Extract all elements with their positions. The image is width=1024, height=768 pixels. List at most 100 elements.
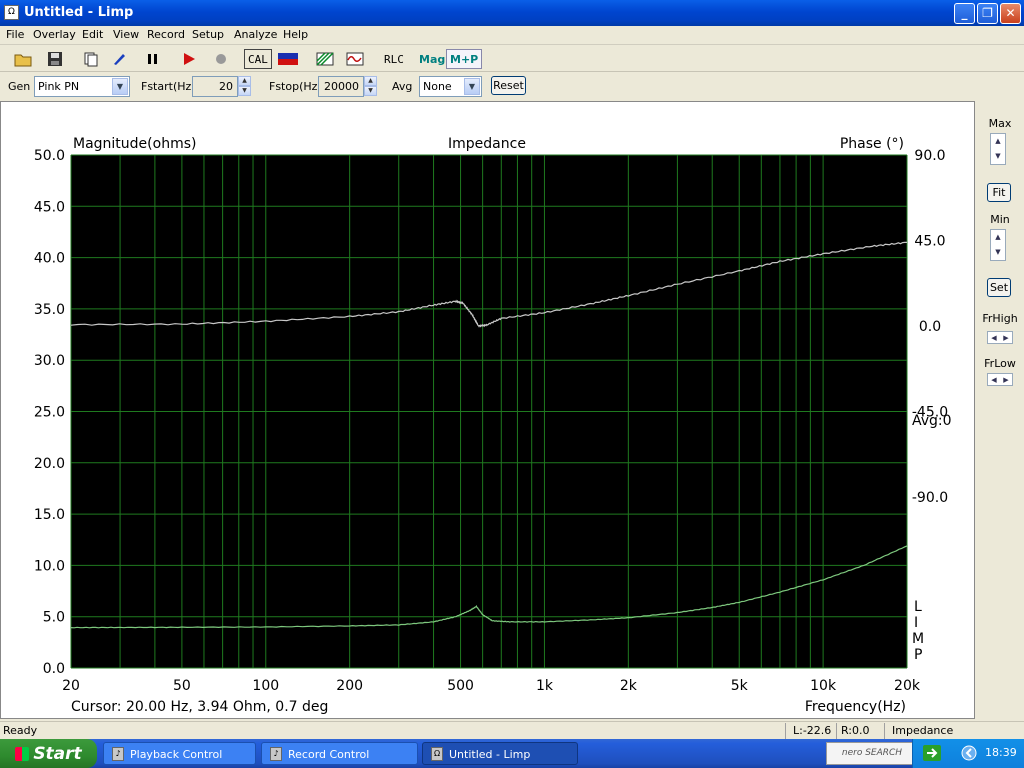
play-icon[interactable] xyxy=(178,49,200,69)
y2-tick-label: 90.0 xyxy=(914,148,945,164)
x-tick-label: 50 xyxy=(173,678,191,694)
chevron-down-icon[interactable]: ▼ xyxy=(112,78,128,95)
status-bar: Ready L:-22.6 R:0.0 Impedance Measuremen… xyxy=(0,721,1024,750)
task-playback-control[interactable]: ♪ Playback Control xyxy=(103,742,256,765)
pause-icon[interactable] xyxy=(142,49,164,69)
menu-edit[interactable]: Edit xyxy=(82,28,103,41)
maximize-button[interactable]: ❐ xyxy=(977,3,998,24)
hatch-icon[interactable] xyxy=(314,49,336,69)
x-tick-label: 1k xyxy=(536,678,554,694)
cal-button[interactable]: CAL xyxy=(244,49,272,69)
copy-icon[interactable] xyxy=(80,49,102,69)
system-tray: 18:39 xyxy=(912,739,1024,768)
minimize-button[interactable]: _ xyxy=(954,3,975,24)
fit-button[interactable]: Fit xyxy=(987,183,1011,202)
impedance-chart[interactable]: Magnitude(ohms) Impedance Phase (°) Freq… xyxy=(1,102,974,718)
color-bar-icon[interactable] xyxy=(276,49,300,69)
status-left-level: L:-22.6 xyxy=(793,724,832,737)
y-axis-title: Magnitude(ohms) xyxy=(73,136,196,152)
y-tick-label: 40.0 xyxy=(34,251,65,267)
y-tick-label: 5.0 xyxy=(43,610,65,626)
toolbar: CAL RLC Mag M+P xyxy=(0,46,1024,72)
control-bar: Gen Pink PN ▼ Fstart(Hz) 20 ▲ ▼ Fstop(Hz)… xyxy=(0,73,1024,99)
min-spinner[interactable]: ▲ ▼ xyxy=(990,229,1006,261)
avg-select[interactable]: None ▼ xyxy=(419,76,482,97)
back-arrow-icon[interactable] xyxy=(961,745,977,761)
x-tick-label: 5k xyxy=(731,678,749,694)
save-disk-icon[interactable] xyxy=(44,49,66,69)
y-tick-label: 45.0 xyxy=(34,199,65,215)
y-tick-label: 20.0 xyxy=(34,456,65,472)
x-tick-label: 500 xyxy=(447,678,474,694)
menu-setup[interactable]: Setup xyxy=(192,28,224,41)
menu-help[interactable]: Help xyxy=(283,28,308,41)
taskbar: Start ♪ Playback Control ♪ Record Contro… xyxy=(0,739,1024,768)
cursor-readout: Cursor: 20.00 Hz, 3.94 Ohm, 0.7 deg xyxy=(71,699,328,715)
min-label: Min xyxy=(990,213,1010,226)
status-right-level: R:0.0 xyxy=(841,724,870,737)
set-button[interactable]: Set xyxy=(987,278,1011,297)
max-label: Max xyxy=(988,117,1012,130)
menu-view[interactable]: View xyxy=(113,28,139,41)
task-record-control[interactable]: ♪ Record Control xyxy=(261,742,418,765)
menu-analyze[interactable]: Analyze xyxy=(234,28,277,41)
side-letter-m: M xyxy=(912,631,924,647)
x-tick-label: 20 xyxy=(62,678,80,694)
mp-button[interactable]: M+P xyxy=(446,49,483,69)
y2-tick-label: 45.0 xyxy=(914,234,945,250)
rlc-button[interactable]: RLC xyxy=(380,49,408,69)
fstart-spinner[interactable]: ▲ ▼ xyxy=(238,76,251,97)
y-tick-label: 35.0 xyxy=(34,302,65,318)
y2-tick-label: -45.0 xyxy=(912,405,948,421)
speaker-icon: ♪ xyxy=(270,747,282,761)
x-tick-label: 100 xyxy=(252,678,279,694)
go-arrow-icon[interactable] xyxy=(923,745,943,761)
frlow-spinner[interactable]: ◀ ▶ xyxy=(987,373,1013,386)
gen-select[interactable]: Pink PN ▼ xyxy=(34,76,130,97)
pen-icon[interactable] xyxy=(108,49,130,69)
y-tick-label: 25.0 xyxy=(34,405,65,421)
fstart-input[interactable]: 20 xyxy=(192,76,238,97)
x-tick-label: 2k xyxy=(620,678,638,694)
fstop-spinner[interactable]: ▲ ▼ xyxy=(364,76,377,97)
frhigh-spinner[interactable]: ◀ ▶ xyxy=(987,331,1013,344)
side-letter-i: I xyxy=(914,615,918,631)
y-tick-label: 50.0 xyxy=(34,148,65,164)
menu-bar: File Overlay Edit View Record Setup Anal… xyxy=(0,26,1024,45)
clock: 18:39 xyxy=(985,746,1017,759)
nero-search-bar[interactable]: nero SEARCH xyxy=(826,742,918,765)
open-folder-icon[interactable] xyxy=(12,49,34,69)
frhigh-label: FrHigh xyxy=(982,312,1018,325)
status-ready: Ready xyxy=(3,724,38,737)
reset-button[interactable]: Reset xyxy=(491,76,526,95)
max-spinner[interactable]: ▲ ▼ xyxy=(990,133,1006,165)
side-letter-l: L xyxy=(914,599,922,615)
menu-overlay[interactable]: Overlay xyxy=(33,28,76,41)
y-tick-label: 0.0 xyxy=(43,661,65,677)
record-icon[interactable] xyxy=(210,49,232,69)
x-axis-title: Frequency(Hz) xyxy=(805,699,906,715)
y2-axis-title: Phase (°) xyxy=(840,136,904,152)
x-tick-label: 10k xyxy=(810,678,837,694)
task-limp[interactable]: Ω Untitled - Limp xyxy=(422,742,578,765)
limp-app-icon: Ω xyxy=(431,747,443,761)
app-icon: Ω xyxy=(4,5,19,20)
start-button[interactable]: Start xyxy=(0,739,97,768)
x-tick-label: 200 xyxy=(336,678,363,694)
title-bar: Ω Untitled - Limp _ ❐ ✕ xyxy=(0,0,1024,26)
menu-record[interactable]: Record xyxy=(147,28,185,41)
fstop-input[interactable]: 20000 xyxy=(318,76,364,97)
y-tick-label: 10.0 xyxy=(34,558,65,574)
avg-value: None xyxy=(423,80,452,93)
speaker-icon: ♪ xyxy=(112,747,124,761)
plot-panel: Magnitude(ohms) Impedance Phase (°) Freq… xyxy=(0,101,975,719)
menu-file[interactable]: File xyxy=(6,28,24,41)
close-button[interactable]: ✕ xyxy=(1000,3,1021,24)
y2-tick-label: 0.0 xyxy=(919,319,941,335)
wave-icon[interactable] xyxy=(344,49,366,69)
y-tick-label: 30.0 xyxy=(34,353,65,369)
windows-flag-icon xyxy=(15,746,30,761)
avg-label: Avg xyxy=(392,80,413,93)
chevron-down-icon[interactable]: ▼ xyxy=(464,78,480,95)
mag-button[interactable]: Mag xyxy=(415,49,449,69)
